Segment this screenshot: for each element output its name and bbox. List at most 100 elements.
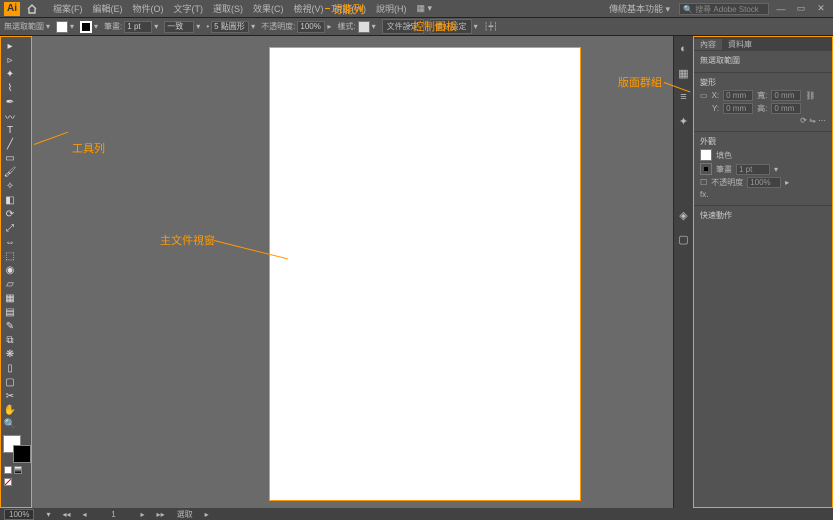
h-field[interactable]: [771, 103, 801, 114]
style-label: 樣式:: [337, 21, 355, 32]
appearance-title: 外觀: [700, 136, 826, 147]
quickactions-title: 快速動作: [700, 210, 826, 221]
graph-tool[interactable]: ▯: [3, 361, 17, 375]
stroke-weight[interactable]: [124, 21, 152, 33]
restore-icon[interactable]: ▭: [793, 3, 809, 15]
direct-select-tool[interactable]: ▹: [3, 53, 17, 67]
panel-tab-libraries[interactable]: 資料庫: [722, 39, 758, 50]
home-icon[interactable]: [26, 3, 40, 15]
h-label: 高:: [757, 103, 767, 114]
stroke-profile[interactable]: [164, 21, 194, 33]
dock-symbols-icon[interactable]: ✦: [677, 114, 691, 128]
stroke-swatch[interactable]: [80, 21, 92, 33]
panel-stroke-label: 筆畫: [716, 164, 732, 175]
fill-label: 填色: [716, 150, 732, 161]
shaper-tool[interactable]: ✧: [3, 179, 17, 193]
pen-tool[interactable]: ✒: [3, 95, 17, 109]
artboard[interactable]: [270, 48, 580, 500]
transform-title: 變形: [700, 77, 826, 88]
w-field[interactable]: [771, 90, 801, 101]
opacity-field[interactable]: [297, 21, 325, 33]
control-noselect: 無選取範圍: [4, 21, 44, 32]
dock-layers-icon[interactable]: ◈: [677, 208, 691, 222]
panel-stroke-swatch[interactable]: [700, 163, 712, 175]
paintbrush-tool[interactable]: 🖌: [3, 165, 17, 179]
panel-noselect: 無選取範圍: [700, 55, 826, 66]
curvature-tool[interactable]: 〰: [3, 109, 17, 123]
close-icon[interactable]: ✕: [813, 3, 829, 15]
link-icon[interactable]: ⛓: [805, 91, 815, 100]
annotation-tools: 工具列: [72, 140, 105, 156]
menu-view[interactable]: 檢視(V): [289, 2, 329, 15]
blend-tool[interactable]: ⧉: [3, 333, 17, 347]
menu-effect[interactable]: 效果(C): [248, 2, 289, 15]
dock-color-icon[interactable]: ◐: [677, 42, 691, 56]
properties-panel: 內容 資料庫 無選取範圍 變形 ▭ X: 寬: ⛓ Y: 高: ⟳ ⇋ ⋯ 外觀…: [693, 36, 833, 508]
panel-dock: ◐ ▦ ≡ ✦ ◈ ▢: [673, 36, 693, 508]
nav-back-icon[interactable]: ◂: [83, 510, 87, 519]
style-swatch[interactable]: [358, 21, 370, 33]
menu-bar: Ai 檔案(F) 編輯(E) 物件(O) 文字(T) 選取(S) 效果(C) 檢…: [0, 0, 833, 18]
nav-next-icon[interactable]: ▸▸: [157, 510, 165, 519]
canvas[interactable]: [32, 36, 673, 508]
menu-type[interactable]: 文字(T): [169, 2, 209, 15]
annotation-canvas: 主文件視窗: [160, 232, 215, 248]
color-mode-gradient[interactable]: [14, 466, 22, 474]
menu-help[interactable]: 說明(H): [371, 2, 412, 15]
panel-tab-properties[interactable]: 內容: [694, 39, 722, 50]
perspective-tool[interactable]: ▱: [3, 277, 17, 291]
panel-opacity-label: 不透明度: [711, 177, 743, 188]
nav-prev-icon[interactable]: ◂◂: [62, 510, 70, 519]
type-tool[interactable]: T: [3, 123, 17, 137]
panel-opacity-field[interactable]: [747, 177, 781, 188]
fill-swatch[interactable]: [56, 21, 68, 33]
minimize-icon[interactable]: —: [773, 3, 789, 15]
scale-tool[interactable]: ⤢: [3, 221, 17, 235]
rectangle-tool[interactable]: ▭: [3, 151, 17, 165]
menu-object[interactable]: 物件(O): [128, 2, 169, 15]
workspace-switcher[interactable]: 傳統基本功能 ▾: [604, 2, 675, 15]
eraser-tool[interactable]: ◧: [3, 193, 17, 207]
menu-select[interactable]: 選取(S): [208, 2, 248, 15]
nav-fwd-icon[interactable]: ▸: [141, 510, 145, 519]
mesh-tool[interactable]: ▦: [3, 291, 17, 305]
width-tool[interactable]: ⇔: [3, 235, 17, 249]
rotate-tool[interactable]: ⟳: [3, 207, 17, 221]
color-mode-none[interactable]: [4, 478, 12, 486]
fx-icon[interactable]: fx.: [700, 190, 708, 199]
symbol-sprayer-tool[interactable]: ❋: [3, 347, 17, 361]
x-field[interactable]: [723, 90, 753, 101]
y-label: Y:: [712, 104, 719, 113]
color-swatches[interactable]: [3, 435, 31, 463]
toolbox: ▸▹ ✦⌇ ✒〰 T╱ ▭🖌 ✧◧ ⟳⤢ ⇔⬚ ◉▱ ▦▤ ✎⧉ ❋▯ ▢✂ ✋…: [0, 36, 32, 508]
app-logo: Ai: [4, 2, 20, 16]
dock-artboards-icon[interactable]: ▢: [677, 232, 691, 246]
zoom-level[interactable]: 100%: [4, 509, 34, 520]
eyedropper-tool[interactable]: ✎: [3, 319, 17, 333]
zoom-tool[interactable]: 🔍: [3, 417, 17, 431]
menu-bridge-icon[interactable]: ▦ ▾: [412, 3, 438, 14]
selection-tool[interactable]: ▸: [3, 39, 17, 53]
y-field[interactable]: [723, 103, 753, 114]
menu-edit[interactable]: 編輯(E): [88, 2, 128, 15]
magic-wand-tool[interactable]: ✦: [3, 67, 17, 81]
menu-file[interactable]: 檔案(F): [48, 2, 88, 15]
gradient-tool[interactable]: ▤: [3, 305, 17, 319]
panel-stroke-weight[interactable]: [736, 164, 770, 175]
annotation-menubar: 功能列: [331, 1, 364, 17]
slice-tool[interactable]: ✂: [3, 389, 17, 403]
panel-fill-swatch[interactable]: [700, 149, 712, 161]
shape-builder-tool[interactable]: ◉: [3, 263, 17, 277]
brush-def[interactable]: [211, 21, 249, 33]
artboard-tool[interactable]: ▢: [3, 375, 17, 389]
hand-tool[interactable]: ✋: [3, 403, 17, 417]
w-label: 寬:: [757, 90, 767, 101]
free-transform-tool[interactable]: ⬚: [3, 249, 17, 263]
line-tool[interactable]: ╱: [3, 137, 17, 151]
opacity-label: 不透明度:: [261, 21, 295, 32]
search-input[interactable]: 🔍 搜尋 Adobe Stock: [679, 3, 769, 15]
color-mode-fill[interactable]: [4, 466, 12, 474]
lasso-tool[interactable]: ⌇: [3, 81, 17, 95]
status-info: 選取: [177, 509, 193, 520]
dock-swatches-icon[interactable]: ▦: [677, 66, 691, 80]
